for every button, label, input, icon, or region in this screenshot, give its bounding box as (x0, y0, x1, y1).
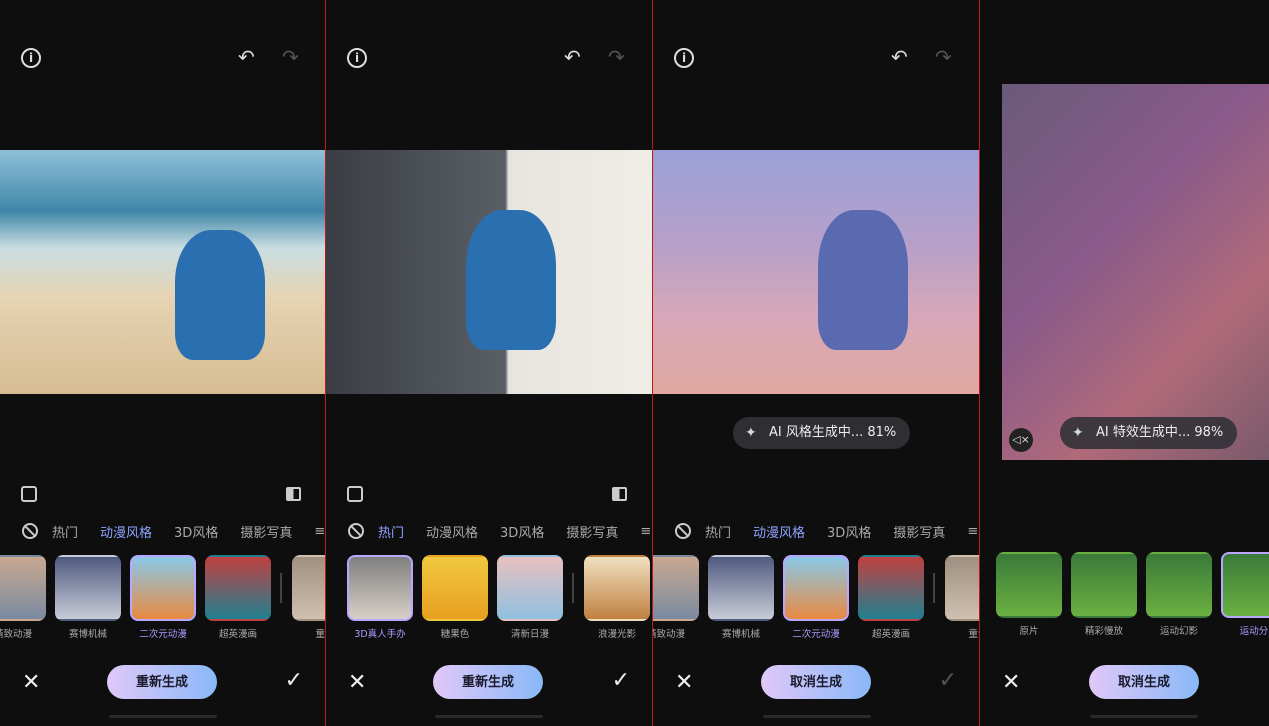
tab-photo[interactable]: 摄影写真 (566, 522, 618, 541)
style-thumb[interactable]: 赛博机械 (55, 555, 121, 640)
home-indicator (763, 715, 871, 718)
style-thumb-selected[interactable]: 二次元动漫 (783, 555, 849, 640)
tab-photo[interactable]: 摄影写真 (893, 522, 945, 541)
style-thumbs: 精致动漫 赛博机械 二次元动漫 超英漫画 童话 (0, 555, 325, 640)
tab-hot[interactable]: 热门 (52, 522, 78, 541)
style-thumbs: 3D真人手办 糖果色 清新日漫 浪漫光影 精 (347, 555, 652, 640)
style-thumb[interactable]: 糖果色 (422, 555, 488, 640)
tab-anime[interactable]: 动漫风格 (100, 522, 152, 541)
save-icon[interactable] (21, 486, 37, 502)
close-icon[interactable]: ✕ (348, 670, 366, 695)
style-tabs: 热门 动漫风格 3D风格 摄影写真 ≡ (0, 520, 325, 542)
mute-icon[interactable]: ◁× (1009, 428, 1033, 452)
tab-photo[interactable]: 摄影写真 (240, 522, 292, 541)
effect-thumbs: 原片 精彩慢放 运动幻影 运动分 (996, 552, 1269, 637)
tab-hot[interactable]: 热门 (705, 522, 731, 541)
effect-thumb[interactable]: 原片 (996, 552, 1062, 637)
progress-toast: ✦ AI 特效生成中... 98% (1060, 417, 1238, 449)
style-thumb[interactable]: 精致动漫 (653, 555, 699, 640)
undo-icon[interactable]: ↶ (564, 47, 581, 67)
progress-text: AI 特效生成中... 98% (1096, 425, 1224, 440)
tab-3d[interactable]: 3D风格 (174, 522, 218, 541)
home-indicator (1090, 715, 1198, 718)
redo-icon[interactable]: ↷ (282, 47, 299, 67)
style-thumb[interactable]: 童话 (292, 555, 325, 640)
info-icon[interactable]: i (674, 48, 694, 68)
style-thumb[interactable]: 赛博机械 (708, 555, 774, 640)
photo-preview (0, 150, 325, 394)
no-style-icon[interactable] (675, 523, 691, 539)
home-indicator (109, 715, 217, 718)
style-tabs: 热门 动漫风格 3D风格 摄影写真 ≡ (653, 520, 979, 542)
effect-thumb-selected[interactable]: 运动分 (1221, 552, 1269, 637)
check-icon[interactable]: ✓ (285, 668, 303, 693)
divider (280, 573, 282, 603)
style-tabs: 热门 动漫风格 3D风格 摄影写真 ≡ (326, 520, 652, 542)
home-indicator (435, 715, 543, 718)
divider (572, 573, 574, 603)
divider (933, 573, 935, 603)
video-preview (1002, 84, 1269, 460)
tab-anime[interactable]: 动漫风格 (426, 522, 478, 541)
regenerate-button[interactable]: 重新生成 (433, 665, 543, 699)
photo-preview (653, 150, 979, 394)
no-style-icon[interactable] (22, 523, 38, 539)
info-icon[interactable]: i (347, 48, 367, 68)
redo-icon[interactable]: ↷ (608, 47, 625, 67)
effect-thumb[interactable]: 运动幻影 (1146, 552, 1212, 637)
tab-hot[interactable]: 热门 (378, 522, 404, 541)
panel-generating: i ↶ ↷ ✦ AI 风格生成中... 81% 热门 动漫风格 3D风格 摄影写真 ≡ 精… (653, 0, 980, 726)
tab-more[interactable]: ≡ (314, 524, 325, 539)
style-thumb[interactable]: 清新日漫 (497, 555, 563, 640)
save-icon[interactable] (347, 486, 363, 502)
close-icon[interactable]: ✕ (1002, 670, 1020, 695)
sparkle-icon: ✦ (1072, 425, 1084, 441)
info-icon[interactable]: i (21, 48, 41, 68)
style-thumb[interactable]: 超英漫画 (858, 555, 924, 640)
style-thumb-selected[interactable]: 3D真人手办 (347, 555, 413, 640)
progress-text: AI 风格生成中... 81% (769, 425, 897, 440)
compare-icon[interactable] (612, 487, 627, 501)
close-icon[interactable]: ✕ (675, 670, 693, 695)
close-icon[interactable]: ✕ (22, 670, 40, 695)
undo-icon[interactable]: ↶ (891, 47, 908, 67)
sparkle-icon: ✦ (745, 425, 757, 441)
panel-3d-result: i ↶ ↷ 热门 动漫风格 3D风格 摄影写真 ≡ 3D真人手办 糖果色 清新日漫 浪漫… (326, 0, 653, 726)
check-icon: ✓ (938, 668, 957, 693)
effect-thumb[interactable]: 精彩慢放 (1071, 552, 1137, 637)
style-thumbs: 精致动漫 赛博机械 二次元动漫 超英漫画 童话 (653, 555, 979, 640)
tab-more[interactable]: ≡ (640, 524, 651, 539)
compare-icon[interactable] (286, 487, 301, 501)
cancel-generation-button[interactable]: 取消生成 (761, 665, 871, 699)
style-thumb[interactable]: 精致动漫 (0, 555, 46, 640)
style-thumb-selected[interactable]: 二次元动漫 (130, 555, 196, 640)
panel-video-effect: ✦ AI 特效生成中... 98% 原片 精彩慢放 运动幻影 运动分 ✕ 取消生成 (980, 0, 1269, 726)
style-thumb[interactable]: 浪漫光影 (584, 555, 650, 640)
style-thumb[interactable]: 超英漫画 (205, 555, 271, 640)
panel-anime-result: i ↶ ↷ 热门 动漫风格 3D风格 摄影写真 ≡ 精致动漫 赛博机械 二次元动漫 超英… (0, 0, 326, 726)
undo-icon[interactable]: ↶ (238, 47, 255, 67)
tab-3d[interactable]: 3D风格 (827, 522, 871, 541)
tab-more[interactable]: ≡ (967, 524, 978, 539)
cancel-generation-button[interactable]: 取消生成 (1089, 665, 1199, 699)
tab-anime[interactable]: 动漫风格 (753, 522, 805, 541)
photo-preview (326, 150, 652, 394)
check-icon[interactable]: ✓ (612, 668, 630, 693)
style-thumb[interactable]: 童话 (945, 555, 979, 640)
regenerate-button[interactable]: 重新生成 (107, 665, 217, 699)
tab-3d[interactable]: 3D风格 (500, 522, 544, 541)
redo-icon[interactable]: ↷ (935, 47, 952, 67)
no-style-icon[interactable] (348, 523, 364, 539)
progress-toast: ✦ AI 风格生成中... 81% (733, 417, 911, 449)
